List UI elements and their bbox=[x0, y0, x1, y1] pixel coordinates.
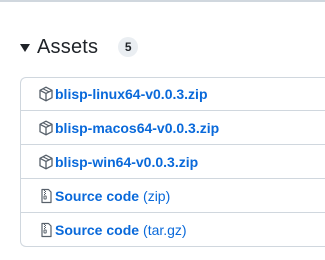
asset-link-win64[interactable]: blisp-win64-v0.0.3.zip bbox=[55, 154, 198, 170]
source-code-targz-ext[interactable]: (tar.gz) bbox=[143, 222, 187, 238]
source-code-targz-link[interactable]: Source code bbox=[55, 222, 139, 238]
package-icon bbox=[39, 120, 53, 135]
release-assets-section: Assets 5 blisp-linux64-v0.0.3.zip blisp-… bbox=[0, 0, 325, 260]
source-code-zip-link[interactable]: Source code bbox=[55, 188, 139, 204]
asset-link-macos64[interactable]: blisp-macos64-v0.0.3.zip bbox=[55, 120, 219, 136]
package-icon bbox=[39, 86, 53, 102]
caret-down-icon[interactable] bbox=[20, 44, 30, 52]
assets-header[interactable]: Assets 5 bbox=[20, 34, 139, 60]
assets-title: Assets bbox=[37, 35, 99, 58]
assets-count-badge: 5 bbox=[118, 37, 139, 57]
source-row: Source code (zip) bbox=[21, 178, 325, 212]
asset-link-linux64[interactable]: blisp-linux64-v0.0.3.zip bbox=[55, 86, 208, 102]
file-zip-icon bbox=[41, 188, 52, 203]
asset-row: blisp-win64-v0.0.3.zip bbox=[21, 144, 325, 178]
asset-row: blisp-linux64-v0.0.3.zip bbox=[21, 78, 325, 110]
assets-list: blisp-linux64-v0.0.3.zip blisp-macos64-v… bbox=[20, 77, 325, 247]
source-row: Source code (tar.gz) bbox=[21, 212, 325, 246]
divider bbox=[0, 0, 325, 2]
asset-row: blisp-macos64-v0.0.3.zip bbox=[21, 110, 325, 144]
source-code-zip-ext[interactable]: (zip) bbox=[143, 188, 170, 204]
package-icon bbox=[39, 154, 53, 169]
file-zip-icon bbox=[41, 222, 52, 237]
